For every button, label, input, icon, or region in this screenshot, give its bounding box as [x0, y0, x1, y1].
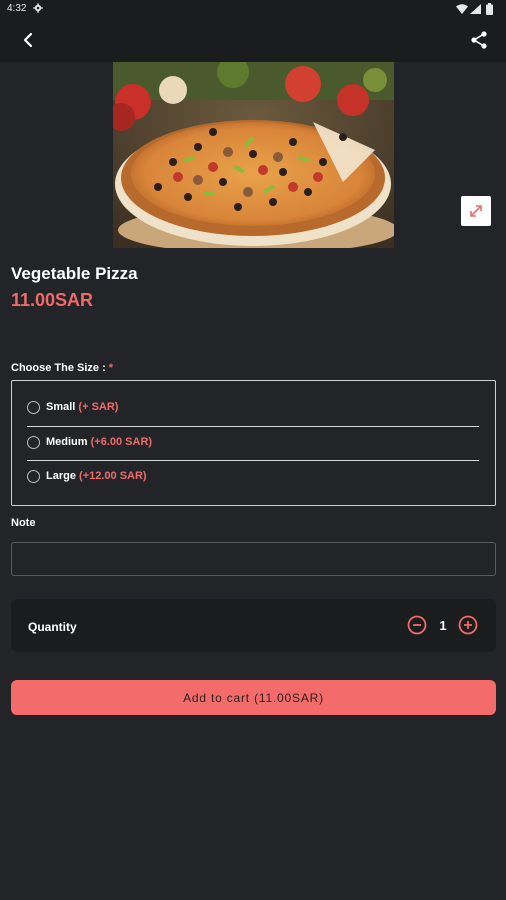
required-mark: * [108, 362, 114, 374]
size-option-extra: (+6.00 SAR) [90, 436, 153, 448]
plus-circle-icon[interactable] [458, 615, 478, 635]
size-option-medium[interactable]: Medium (+6.00 SAR) [27, 428, 479, 458]
size-option-name: Medium [46, 436, 88, 448]
quantity-card: Quantity 1 [11, 599, 496, 652]
expand-icon [470, 205, 482, 217]
settings-gear-icon [33, 3, 43, 13]
battery-icon [486, 3, 493, 15]
radio-button[interactable] [27, 470, 40, 483]
size-option-extra: (+ SAR) [78, 401, 119, 413]
expand-image-button[interactable] [461, 196, 491, 226]
status-time: 4:32 [7, 3, 27, 14]
size-option-large[interactable]: Large (+12.00 SAR) [27, 462, 479, 492]
signal-icon [470, 4, 481, 14]
product-image [113, 62, 394, 248]
divider [27, 426, 479, 427]
size-options-box: Small (+ SAR) Medium (+6.00 SAR) Large (… [11, 380, 496, 506]
status-bar: 4:32 [0, 0, 506, 18]
minus-circle-icon[interactable] [407, 615, 427, 635]
note-input[interactable] [11, 542, 496, 576]
quantity-label: Quantity [28, 620, 77, 634]
divider [27, 460, 479, 461]
wifi-icon [456, 4, 468, 14]
radio-button[interactable] [27, 401, 40, 414]
product-title: Vegetable Pizza [11, 264, 138, 283]
note-label: Note [11, 517, 36, 529]
add-to-cart-button[interactable]: Add to cart (11.00SAR) [11, 680, 496, 715]
size-label-text: Choose The Size : [11, 362, 109, 374]
app-bar [0, 18, 506, 62]
size-option-name: Large [46, 470, 76, 482]
share-icon[interactable] [468, 29, 490, 51]
product-price: 11.00SAR [11, 290, 94, 310]
size-section-label: Choose The Size : * [11, 362, 113, 374]
size-option-extra: (+12.00 SAR) [79, 470, 147, 482]
radio-button[interactable] [27, 436, 40, 449]
back-arrow-icon[interactable] [18, 30, 38, 50]
quantity-value: 1 [439, 618, 447, 633]
size-option-name: Small [46, 401, 76, 413]
size-option-small[interactable]: Small (+ SAR) [27, 393, 479, 423]
